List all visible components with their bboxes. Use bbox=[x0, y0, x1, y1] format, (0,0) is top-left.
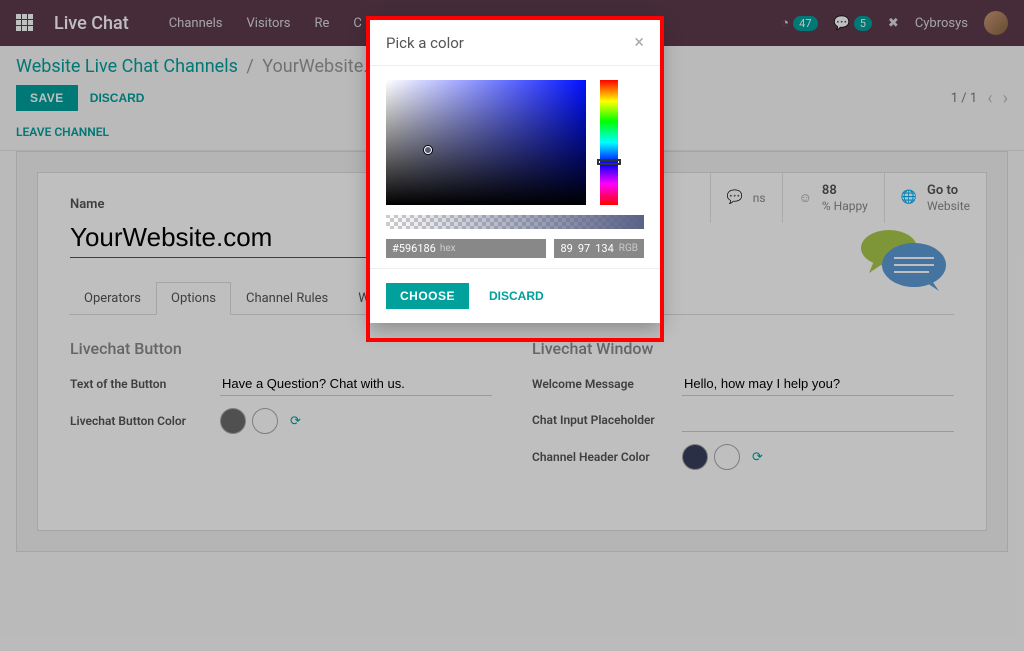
rgb-g: 97 bbox=[578, 242, 590, 255]
saturation-cursor[interactable] bbox=[424, 146, 432, 154]
rgb-b: 134 bbox=[595, 242, 614, 255]
rgb-tag: RGB bbox=[619, 243, 638, 254]
close-icon[interactable]: × bbox=[634, 32, 644, 53]
hue-slider[interactable] bbox=[600, 80, 618, 205]
alpha-slider[interactable] bbox=[386, 215, 644, 229]
hex-tag: hex bbox=[440, 243, 456, 254]
saturation-panel[interactable] bbox=[386, 80, 586, 205]
hex-value: #596186 bbox=[392, 242, 436, 255]
modal-title: Pick a color bbox=[386, 34, 464, 52]
hue-cursor[interactable] bbox=[597, 159, 621, 165]
modal-discard-button[interactable]: DISCARD bbox=[477, 283, 556, 309]
rgb-display[interactable]: 89 97 134 RGB bbox=[554, 239, 644, 258]
choose-button[interactable]: CHOOSE bbox=[386, 283, 469, 309]
hex-display[interactable]: #596186 hex bbox=[386, 239, 546, 258]
color-picker-modal: Pick a color × #596186 hex 89 97 134 RGB bbox=[370, 20, 660, 323]
rgb-r: 89 bbox=[560, 242, 572, 255]
